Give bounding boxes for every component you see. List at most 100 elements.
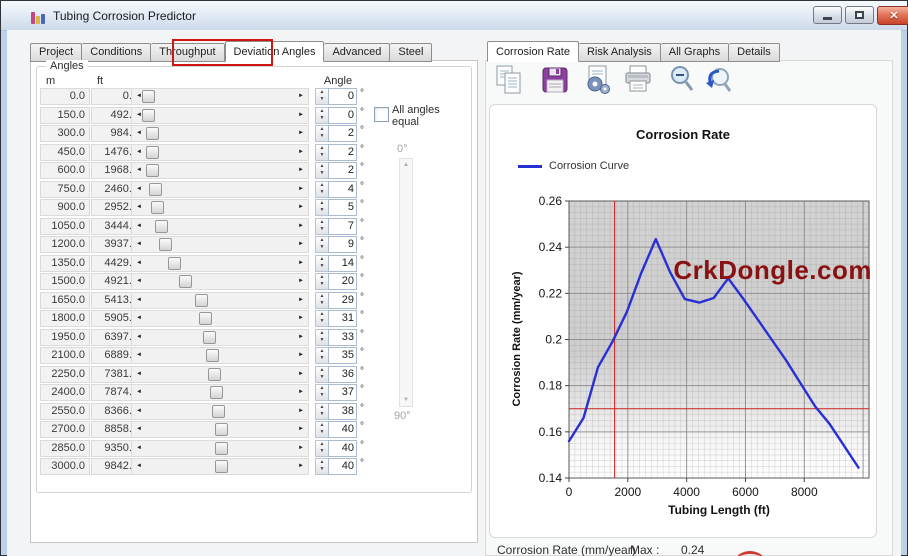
slider-left-arrow-icon[interactable]: ◄ [136,256,142,271]
angle-spinner[interactable]: ▲ ▼ 36 [315,365,357,383]
slider-right-arrow-icon[interactable]: ► [298,89,304,104]
angle-slider[interactable]: ◄ ► [131,125,309,142]
tab-advanced[interactable]: Advanced [324,43,391,62]
angle-slider[interactable]: ◄ ► [131,217,309,235]
angle-spinner[interactable]: ▲ ▼ 5 [315,199,357,216]
slider-right-arrow-icon[interactable]: ► [298,459,304,474]
spinner-up-icon[interactable]: ▲ [320,441,325,448]
spinner-down-icon[interactable]: ▼ [320,392,325,399]
angle-slider[interactable]: ◄ ► [131,365,309,383]
slider-right-arrow-icon[interactable]: ► [298,441,304,456]
slider-thumb[interactable] [209,386,223,399]
slider-left-arrow-icon[interactable]: ◄ [136,237,142,252]
slider-right-arrow-icon[interactable]: ► [298,145,304,160]
spinner-down-icon[interactable]: ▼ [320,281,325,288]
tab-steel[interactable]: Steel [390,43,433,62]
angle-value-input[interactable]: 2 [328,162,357,179]
slider-thumb[interactable] [215,423,229,436]
angle-slider[interactable]: ◄ ► [131,384,309,401]
spinner-updown-buttons[interactable]: ▲ ▼ [315,328,328,346]
angle-spinner[interactable]: ▲ ▼ 37 [315,384,357,401]
slider-left-arrow-icon[interactable]: ◄ [136,274,142,289]
slider-thumb[interactable] [167,256,181,270]
slider-left-arrow-icon[interactable]: ◄ [136,182,142,197]
slider-left-arrow-icon[interactable]: ◄ [136,200,142,215]
zoom-reset-button[interactable] [702,63,734,97]
spinner-up-icon[interactable]: ▲ [320,385,325,392]
angle-slider[interactable]: ◄ ► [131,291,309,309]
spinner-up-icon[interactable]: ▲ [320,200,325,207]
slider-thumb[interactable] [145,127,159,140]
angle-spinner[interactable]: ▲ ▼ 35 [315,347,357,364]
spinner-down-icon[interactable]: ▼ [320,226,325,233]
slider-right-arrow-icon[interactable]: ► [298,200,304,215]
slider-left-arrow-icon[interactable]: ◄ [136,330,142,345]
spinner-updown-buttons[interactable]: ▲ ▼ [315,421,328,438]
spinner-down-icon[interactable]: ▼ [320,448,325,455]
spinner-up-icon[interactable]: ▲ [320,126,325,133]
angle-slider[interactable]: ◄ ► [131,143,309,161]
spinner-down-icon[interactable]: ▼ [320,429,325,436]
slider-right-arrow-icon[interactable]: ► [298,108,304,123]
angle-value-input[interactable]: 0 [328,88,357,105]
spinner-up-icon[interactable]: ▲ [320,145,325,152]
slider-left-arrow-icon[interactable]: ◄ [136,385,142,400]
angle-slider[interactable]: ◄ ► [131,236,309,253]
slider-left-arrow-icon[interactable]: ◄ [136,126,142,141]
spinner-up-icon[interactable]: ▲ [320,219,325,226]
slider-thumb[interactable] [208,367,221,381]
spinner-down-icon[interactable]: ▼ [320,170,325,177]
slider-thumb[interactable] [142,90,155,103]
slider-right-arrow-icon[interactable]: ► [298,163,304,178]
angle-slider[interactable]: ◄ ► [131,402,309,420]
spinner-updown-buttons[interactable]: ▲ ▼ [315,254,328,272]
spinner-up-icon[interactable]: ▲ [320,256,325,263]
angle-value-input[interactable]: 36 [328,365,357,383]
spinner-up-icon[interactable]: ▲ [320,348,325,355]
angle-value-input[interactable]: 7 [328,217,357,235]
slider-right-arrow-icon[interactable]: ► [298,274,304,289]
title-bar[interactable]: Tubing Corrosion Predictor [1,1,907,31]
tab-corrosion-rate[interactable]: Corrosion Rate [487,41,579,62]
spinner-updown-buttons[interactable]: ▲ ▼ [315,106,328,124]
slider-left-arrow-icon[interactable]: ◄ [136,422,142,437]
spinner-updown-buttons[interactable]: ▲ ▼ [315,143,328,161]
spinner-up-icon[interactable]: ▲ [320,274,325,281]
spinner-updown-buttons[interactable]: ▲ ▼ [315,273,328,290]
spinner-down-icon[interactable]: ▼ [320,300,325,307]
angle-value-input[interactable]: 38 [328,402,357,420]
spinner-down-icon[interactable]: ▼ [320,133,325,140]
slider-thumb[interactable] [154,219,168,233]
angle-slider[interactable]: ◄ ► [131,199,309,216]
spinner-updown-buttons[interactable]: ▲ ▼ [315,458,328,475]
slider-left-arrow-icon[interactable]: ◄ [136,311,142,326]
angle-value-input[interactable]: 4 [328,180,357,198]
slider-thumb[interactable] [151,201,165,214]
angle-value-input[interactable]: 2 [328,125,357,142]
angle-spinner[interactable]: ▲ ▼ 14 [315,254,357,272]
angle-slider[interactable]: ◄ ► [131,328,309,346]
slider-right-arrow-icon[interactable]: ► [298,126,304,141]
angle-spinner[interactable]: ▲ ▼ 40 [315,458,357,475]
spinner-updown-buttons[interactable]: ▲ ▼ [315,162,328,179]
spinner-updown-buttons[interactable]: ▲ ▼ [315,291,328,309]
angle-spinner[interactable]: ▲ ▼ 0 [315,88,357,105]
tab-conditions[interactable]: Conditions [82,43,152,62]
angle-value-input[interactable]: 35 [328,347,357,364]
angle-spinner[interactable]: ▲ ▼ 9 [315,236,357,253]
angle-spinner[interactable]: ▲ ▼ 2 [315,162,357,179]
close-button[interactable]: ✕ [877,6,908,25]
slider-left-arrow-icon[interactable]: ◄ [136,348,142,363]
angle-slider[interactable]: ◄ ► [131,439,309,457]
angle-spinner[interactable]: ▲ ▼ 40 [315,421,357,438]
spinner-up-icon[interactable]: ▲ [320,330,325,337]
spinner-updown-buttons[interactable]: ▲ ▼ [315,236,328,253]
angle-slider[interactable]: ◄ ► [131,180,309,198]
spinner-updown-buttons[interactable]: ▲ ▼ [315,347,328,364]
export-button[interactable] [582,63,614,97]
angle-value-input[interactable]: 9 [328,236,357,253]
angle-slider[interactable]: ◄ ► [131,310,309,327]
angle-slider[interactable]: ◄ ► [131,421,309,438]
slider-left-arrow-icon[interactable]: ◄ [136,441,142,456]
slider-thumb[interactable] [149,182,163,196]
